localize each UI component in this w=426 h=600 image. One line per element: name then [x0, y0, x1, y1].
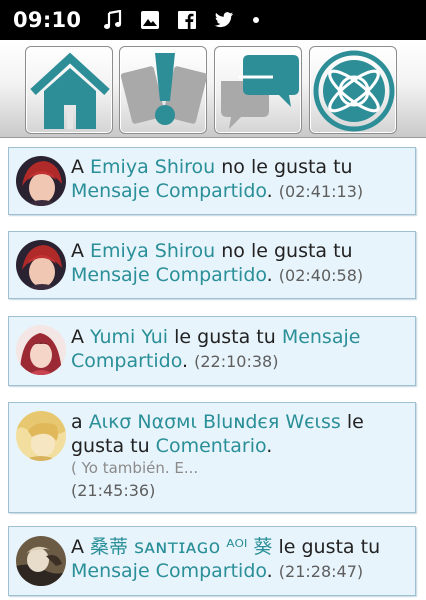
user-link[interactable]: Yumi Yui: [90, 326, 168, 348]
avatar[interactable]: [16, 411, 66, 461]
twitter-icon: [214, 10, 234, 30]
facebook-icon: [177, 10, 197, 30]
timestamp: (02:40:58): [278, 266, 364, 285]
notification-item[interactable]: A 桑蒂 ꜱᴀɴᴛɪᴀɢᴏ ᴬᴼᴵ 葵 le gusta tu Mensaje …: [8, 526, 416, 596]
user-link[interactable]: Αικσ Nασмι Bluɴdєя Wєιss: [89, 411, 341, 433]
exclamation-cards-icon: [120, 53, 208, 125]
timestamp: (02:41:13): [278, 182, 364, 201]
home-button[interactable]: [25, 46, 113, 134]
chat-button[interactable]: [214, 46, 302, 134]
explore-button[interactable]: [309, 46, 397, 134]
planet-icon: [313, 50, 395, 132]
target-link[interactable]: Mensaje Compartido: [71, 560, 267, 582]
avatar[interactable]: [16, 536, 66, 586]
notification-text: A Emiya Shirou no le gusta tu Mensaje Co…: [71, 156, 364, 202]
target-link[interactable]: Mensaje Compartido: [71, 264, 267, 286]
user-link[interactable]: Emiya Shirou: [90, 240, 215, 262]
image-icon: [140, 10, 160, 30]
notification-item[interactable]: A Emiya Shirou no le gusta tu Mensaje Co…: [8, 147, 416, 215]
notification-text: a Αικσ Nασмι Bluɴdєя Wєιss le gusta tu C…: [71, 410, 411, 503]
notification-dot-icon: [253, 17, 260, 23]
timestamp: (21:28:47): [278, 562, 364, 581]
target-link[interactable]: Comentario: [156, 435, 267, 457]
notification-item[interactable]: a Αικσ Nασмι Bluɴdєя Wєιss le gusta tu C…: [8, 402, 416, 513]
notification-item[interactable]: A Emiya Shirou no le gusta tu Mensaje Co…: [8, 231, 416, 299]
music-note-icon: [103, 10, 123, 30]
target-link[interactable]: Mensaje Compartido: [71, 180, 267, 202]
notification-list: A Emiya Shirou no le gusta tu Mensaje Co…: [0, 139, 426, 600]
avatar[interactable]: [16, 325, 66, 375]
chat-bubbles-icon: [221, 55, 299, 129]
notification-text: A Yumi Yui le gusta tu Mensaje Compartid…: [71, 326, 361, 372]
notifications-button[interactable]: [119, 46, 208, 134]
timestamp: (21:45:36): [71, 481, 156, 500]
comment-excerpt: ( Yo también. E...: [71, 459, 199, 477]
notification-text: A 桑蒂 ꜱᴀɴᴛɪᴀɢᴏ ᴬᴼᴵ 葵 le gusta tu Mensaje …: [71, 536, 381, 582]
home-icon: [30, 52, 110, 129]
user-link[interactable]: 桑蒂 ꜱᴀɴᴛɪᴀɢᴏ ᴬᴼᴵ 葵: [90, 536, 272, 558]
user-link[interactable]: Emiya Shirou: [90, 156, 215, 178]
status-bar: 09:10: [0, 0, 426, 40]
avatar[interactable]: [16, 156, 66, 206]
status-time: 09:10: [13, 8, 82, 32]
avatar[interactable]: [16, 240, 66, 290]
toolbar: [0, 40, 426, 138]
timestamp: (22:10:38): [194, 352, 279, 371]
notification-item[interactable]: A Yumi Yui le gusta tu Mensaje Compartid…: [8, 316, 416, 386]
notification-text: A Emiya Shirou no le gusta tu Mensaje Co…: [71, 240, 364, 286]
